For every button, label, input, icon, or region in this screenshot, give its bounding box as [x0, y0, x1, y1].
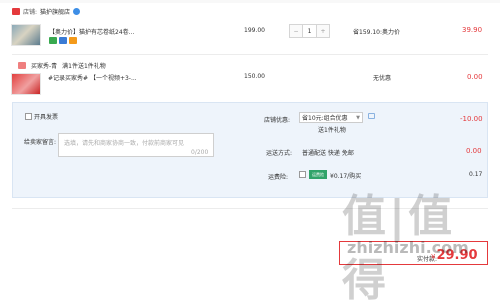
- gift-icon: [18, 62, 26, 69]
- service-tag-icon: [49, 37, 57, 44]
- shipping-fee: 0.00: [466, 147, 482, 155]
- buyer-show-label: 买家秀-青: [31, 63, 58, 70]
- product-thumbnail[interactable]: [11, 24, 41, 46]
- gift-promo-label: 满1件送1件礼物: [62, 63, 106, 70]
- chevron-down-icon: ▼: [356, 114, 360, 121]
- unit-price: 199.00: [244, 27, 265, 34]
- message-icon[interactable]: [368, 113, 375, 119]
- service-tags: [49, 37, 77, 44]
- qty-decrease-button[interactable]: −: [290, 25, 302, 37]
- buyer-show-header: 买家秀-青 满1件送1件礼物: [18, 61, 106, 70]
- store-icon: [12, 8, 20, 15]
- top-divider: [0, 0, 500, 3]
- coupon-select[interactable]: 省10元:组合优惠 ▼: [299, 112, 363, 123]
- invoice-checkbox-row[interactable]: 开具发票: [25, 112, 58, 121]
- gift-title-link[interactable]: #记录买家秀# 【一个视频+3-...: [48, 73, 158, 82]
- coupon-label: 店铺优惠:: [264, 117, 291, 124]
- store-header: 店铺: 猫护旗舰店: [12, 7, 81, 16]
- item-subtotal: 39.90: [462, 26, 483, 34]
- insurance-price: ¥0.17/购买: [330, 173, 362, 180]
- invoice-checkbox[interactable]: [25, 113, 32, 120]
- gift-subtotal: 0.00: [467, 73, 483, 81]
- insurance-label: 运费险:: [268, 174, 289, 181]
- service-tag-icon: [59, 37, 67, 44]
- qty-increase-button[interactable]: +: [317, 25, 329, 37]
- shipping-label: 运送方式:: [266, 150, 293, 157]
- qty-input[interactable]: 1: [302, 25, 317, 37]
- gift-thumbnail[interactable]: [11, 73, 41, 95]
- remark-char-counter: 0/200: [191, 149, 209, 156]
- store-name-link[interactable]: 猫护旗舰店: [40, 7, 70, 16]
- remark-label: 给卖家留言:: [24, 139, 57, 146]
- watermark-url: zhizhizhi.com: [347, 238, 469, 257]
- insurance-badge: 运费险: [309, 170, 327, 179]
- gift-promo-text: 无优惠: [373, 75, 392, 82]
- gift-price: 150.00: [244, 73, 265, 80]
- coupon-discount: -10.00: [460, 115, 483, 123]
- service-tag-icon: [69, 37, 77, 44]
- insurance-total: 0.17: [469, 171, 483, 178]
- store-label: 店铺:: [23, 9, 38, 16]
- invoice-label: 开具发票: [34, 114, 59, 121]
- coupon-selected-value: 省10元:组合优惠: [302, 115, 348, 122]
- item-promo-text: 省159.10:奥力价: [353, 29, 401, 36]
- row-divider: [12, 54, 488, 55]
- coupon-gift-note: 送1件礼物: [318, 127, 346, 134]
- shipping-method: 普通配送 快递 免邮: [302, 150, 354, 157]
- verified-badge-icon: [73, 8, 81, 15]
- quantity-stepper: − 1 +: [289, 24, 330, 38]
- insurance-checkbox[interactable]: [299, 171, 306, 178]
- product-title-link[interactable]: 【奥力价】猫护有芯卷纸24卷...: [49, 27, 149, 36]
